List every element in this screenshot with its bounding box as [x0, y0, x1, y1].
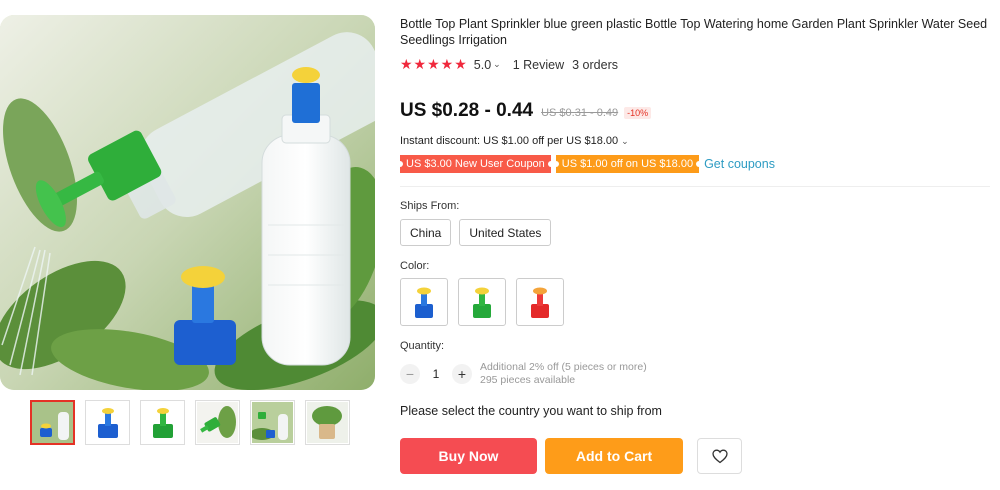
green-sprinkler-icon: [473, 287, 491, 318]
thumbnail-6[interactable]: [305, 400, 350, 445]
wishlist-button[interactable]: [697, 438, 742, 474]
bulk-discount-note: Additional 2% off (5 pieces or more): [480, 361, 647, 373]
thumbnail-image: [32, 402, 73, 443]
rating-stars: ★★★★★: [400, 56, 468, 72]
main-product-image[interactable]: [0, 15, 375, 390]
quantity-decrease-button[interactable]: −: [400, 364, 420, 384]
coupon-row: US $3.00 New User Coupon US $1.00 off on…: [397, 155, 775, 173]
current-price: US $0.28 - 0.44: [400, 100, 534, 121]
store-coupon[interactable]: US $1.00 off on US $18.00: [552, 155, 703, 173]
divider: [400, 186, 990, 187]
thumbnail-image: [307, 402, 348, 443]
thumbnail-5[interactable]: [250, 400, 295, 445]
price-row: US $0.28 - 0.44 US $0.31 - 0.49 -10%: [400, 100, 652, 122]
quantity-stepper: − 1 + Additional 2% off (5 pieces or mor…: [400, 361, 647, 387]
ship-option-united-states[interactable]: United States: [459, 219, 552, 246]
color-option-blue[interactable]: [400, 278, 448, 326]
instant-discount[interactable]: Instant discount: US $1.00 off per US $1…: [400, 135, 641, 147]
thumbnail-image: [252, 402, 293, 443]
ships-from-label: Ships From:: [400, 200, 460, 212]
color-option-green[interactable]: [458, 278, 506, 326]
red-sprinkler-icon: [531, 287, 549, 318]
chevron-down-icon: ⌄: [621, 136, 629, 146]
color-option-red[interactable]: [516, 278, 564, 326]
reviews-link[interactable]: 1 Review: [513, 58, 564, 72]
thumbnail-3[interactable]: [140, 400, 185, 445]
get-coupons-link[interactable]: Get coupons: [704, 157, 775, 171]
shipping-message: Please select the country you want to sh…: [400, 404, 662, 418]
ships-from-options: China United States: [400, 219, 552, 246]
orders-count: 3 orders: [572, 57, 618, 72]
quantity-note: Additional 2% off (5 pieces or more) 295…: [480, 361, 647, 387]
product-title: Bottle Top Plant Sprinkler blue green pl…: [400, 17, 988, 47]
thumbnail-2[interactable]: [85, 400, 130, 445]
discount-badge: -10%: [624, 107, 652, 119]
instant-discount-text: Instant discount: US $1.00 off per US $1…: [400, 135, 619, 147]
color-options: [400, 278, 564, 326]
thumbnail-strip: [30, 400, 350, 445]
thumbnail-1[interactable]: [30, 400, 75, 445]
chevron-down-icon[interactable]: ⌄: [493, 59, 501, 70]
pieces-available: 295 pieces available: [480, 374, 576, 386]
thumbnail-image: [197, 402, 238, 443]
quantity-increase-button[interactable]: +: [452, 364, 472, 384]
new-user-coupon[interactable]: US $3.00 New User Coupon: [397, 155, 554, 173]
quantity-label: Quantity:: [400, 340, 445, 352]
thumbnail-4[interactable]: [195, 400, 240, 445]
heart-icon: [711, 449, 728, 463]
action-buttons: Buy Now Add to Cart: [400, 438, 742, 474]
product-photo: [0, 15, 375, 390]
original-price: US $0.31 - 0.49: [541, 107, 619, 119]
thumbnail-image: [153, 408, 173, 438]
ship-option-china[interactable]: China: [400, 219, 452, 246]
rating-value[interactable]: 5.0: [474, 58, 491, 72]
color-label: Color:: [400, 260, 430, 272]
thumbnail-image: [98, 408, 118, 438]
buy-now-button[interactable]: Buy Now: [400, 438, 537, 474]
quantity-value[interactable]: 1: [420, 367, 452, 381]
rating-row: ★★★★★ 5.0 ⌄ 1 Review 3 orders: [400, 56, 618, 73]
blue-sprinkler-icon: [415, 287, 433, 318]
add-to-cart-button[interactable]: Add to Cart: [545, 438, 683, 474]
